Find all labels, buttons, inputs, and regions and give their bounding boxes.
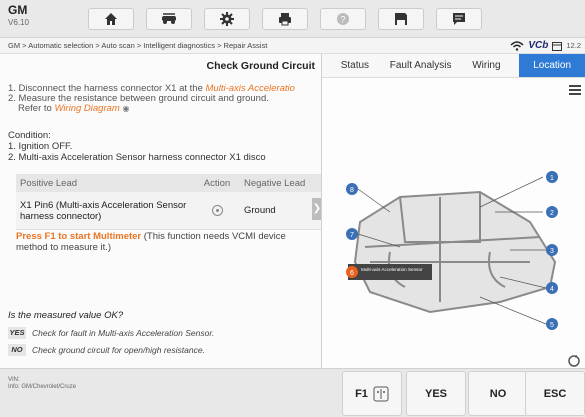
condition-2: 2. Multi-axis Acceleration Sensor harnes… — [8, 152, 266, 163]
table-header: Positive Lead Action Negative Lead — [16, 174, 321, 192]
wiring-diagram-link[interactable]: Wiring Diagram — [54, 103, 119, 114]
f1-label: F1 — [355, 387, 368, 400]
save-icon — [395, 13, 407, 25]
no-tag: NO — [8, 344, 26, 356]
vin-label: VIN: — [8, 377, 20, 383]
measurement-table: Positive Lead Action Negative Lead X1 Pi… — [16, 174, 321, 230]
page-title: Check Ground Circuit — [206, 60, 315, 72]
tab-location[interactable]: Location — [519, 54, 585, 77]
eye-icon[interactable]: ◉ — [122, 104, 129, 113]
car-body-frame — [353, 190, 557, 314]
repair-assist-panel: Check Ground Circuit 1. Disconnect the h… — [0, 54, 322, 368]
info-panel: Status Fault Analysis Wiring Location 1 … — [322, 54, 585, 398]
svg-text:7: 7 — [350, 232, 354, 239]
condition-1: 1. Ignition OFF. — [8, 141, 73, 152]
save-button[interactable] — [378, 8, 424, 30]
multimeter-hint: Press F1 to start Multimeter (This funct… — [16, 231, 321, 253]
svg-text:6: 6 — [350, 270, 354, 277]
calendar-icon — [552, 41, 563, 51]
app-version: V6.10 — [8, 18, 29, 27]
vci-status: VCb 12.2 — [510, 40, 581, 51]
wifi-icon — [510, 40, 524, 51]
print-button[interactable] — [262, 8, 308, 30]
bottom-bar: VIN: Info: GM/Chevrolet/Cruze F1 YES NO … — [0, 368, 585, 417]
yes-button[interactable]: YES — [406, 371, 466, 416]
svg-text:8: 8 — [350, 187, 354, 194]
no-text: Check ground circuit for open/high resis… — [32, 345, 205, 355]
question-block: Is the measured value OK? YES Check for … — [8, 310, 314, 361]
press-rest-text: (This function needs VCMI device — [141, 231, 286, 242]
help-button[interactable]: ? — [320, 8, 366, 30]
vehicle-swap-button[interactable] — [146, 8, 192, 30]
table-row: X1 Pin6 (Multi-axis Acceleration Sensor … — [16, 192, 321, 230]
info-tabs: Status Fault Analysis Wiring Location — [322, 54, 585, 78]
question-title: Is the measured value OK? — [8, 310, 124, 321]
vehicle-info: VIN: Info: GM/Chevrolet/Cruze — [8, 377, 76, 391]
marker-1[interactable]: 1 — [546, 171, 558, 183]
highlight-label: Multi-axis Acceleration Sensor — [361, 267, 423, 272]
top-toolbar: GM V6.10 ? — [0, 0, 585, 38]
condition-title: Condition: — [8, 130, 51, 141]
breadcrumb-bar: GM > Automatic selection > Auto scan > I… — [0, 38, 585, 54]
marker-7[interactable]: 7 — [346, 228, 358, 240]
svg-text:?: ? — [340, 15, 345, 25]
svg-text:2: 2 — [550, 210, 554, 217]
help-icon: ? — [337, 13, 349, 25]
step2b-text: Refer to — [18, 103, 55, 114]
f1-multimeter-button[interactable]: F1 — [342, 371, 402, 416]
header-positive-lead: Positive Lead — [20, 177, 78, 189]
vehicle-swap-icon — [162, 13, 176, 24]
marker-3[interactable]: 3 — [546, 244, 558, 256]
marker-8[interactable]: 8 — [346, 183, 358, 195]
yes-option: YES Check for fault in Multi-axis Accele… — [8, 327, 314, 339]
multimeter-icon — [373, 386, 389, 401]
tab-wiring[interactable]: Wiring — [454, 54, 520, 77]
marker-6-highlighted[interactable]: 6 Multi-axis Acceleration Sensor — [346, 264, 432, 280]
vehicle-info-text: Info: GM/Chevrolet/Cruze — [8, 384, 77, 390]
refresh-icon[interactable] — [567, 354, 581, 368]
cell-negative-lead: Ground — [244, 205, 276, 216]
yes-tag: YES — [8, 327, 26, 339]
cell-positive-lead: X1 Pin6 (Multi-axis Acceleration Sensor … — [20, 199, 187, 222]
message-button[interactable] — [436, 8, 482, 30]
svg-text:5: 5 — [550, 322, 554, 329]
svg-text:1: 1 — [550, 175, 554, 182]
vci-brand: VCb — [528, 40, 549, 51]
marker-2[interactable]: 2 — [546, 206, 558, 218]
message-icon — [453, 13, 465, 25]
vehicle-location-diagram: 1 2 3 4 5 8 7 6 Multi-axis Acceleration … — [346, 171, 558, 330]
svg-text:4: 4 — [550, 286, 554, 293]
header-action: Action — [203, 177, 231, 189]
yes-text: Check for fault in Multi-axis Accelerati… — [32, 328, 215, 338]
settings-button[interactable] — [204, 8, 250, 30]
marker-5[interactable]: 5 — [546, 318, 558, 330]
instructions: 1. Disconnect the harness connector X1 a… — [8, 84, 321, 114]
home-icon — [105, 13, 117, 25]
table-expand-button[interactable]: ❯ — [312, 198, 321, 220]
action-cell — [196, 204, 238, 216]
action-radio-icon[interactable] — [211, 204, 223, 216]
no-button[interactable]: NO — [468, 371, 528, 416]
app-name: GM — [8, 3, 28, 17]
press-f1-text: Press F1 to start Multimeter — [16, 231, 142, 242]
no-option: NO Check ground circuit for open/high re… — [8, 344, 314, 356]
print-icon — [279, 13, 291, 26]
tab-fault-analysis[interactable]: Fault Analysis — [388, 54, 454, 77]
settings-icon — [220, 12, 234, 26]
svg-text:3: 3 — [550, 248, 554, 255]
list-icon[interactable] — [569, 84, 581, 96]
header-negative-lead: Negative Lead — [244, 177, 306, 189]
esc-button[interactable]: ESC — [525, 371, 585, 416]
condition-block: Condition: 1. Ignition OFF. 2. Multi-axi… — [8, 130, 266, 163]
breadcrumb: GM > Automatic selection > Auto scan > I… — [8, 41, 268, 50]
tab-status[interactable]: Status — [322, 54, 388, 77]
press-line2: method to measure it.) — [16, 242, 112, 253]
vci-version: 12.2 — [566, 41, 581, 50]
home-button[interactable] — [88, 8, 134, 30]
marker-4[interactable]: 4 — [546, 282, 558, 294]
